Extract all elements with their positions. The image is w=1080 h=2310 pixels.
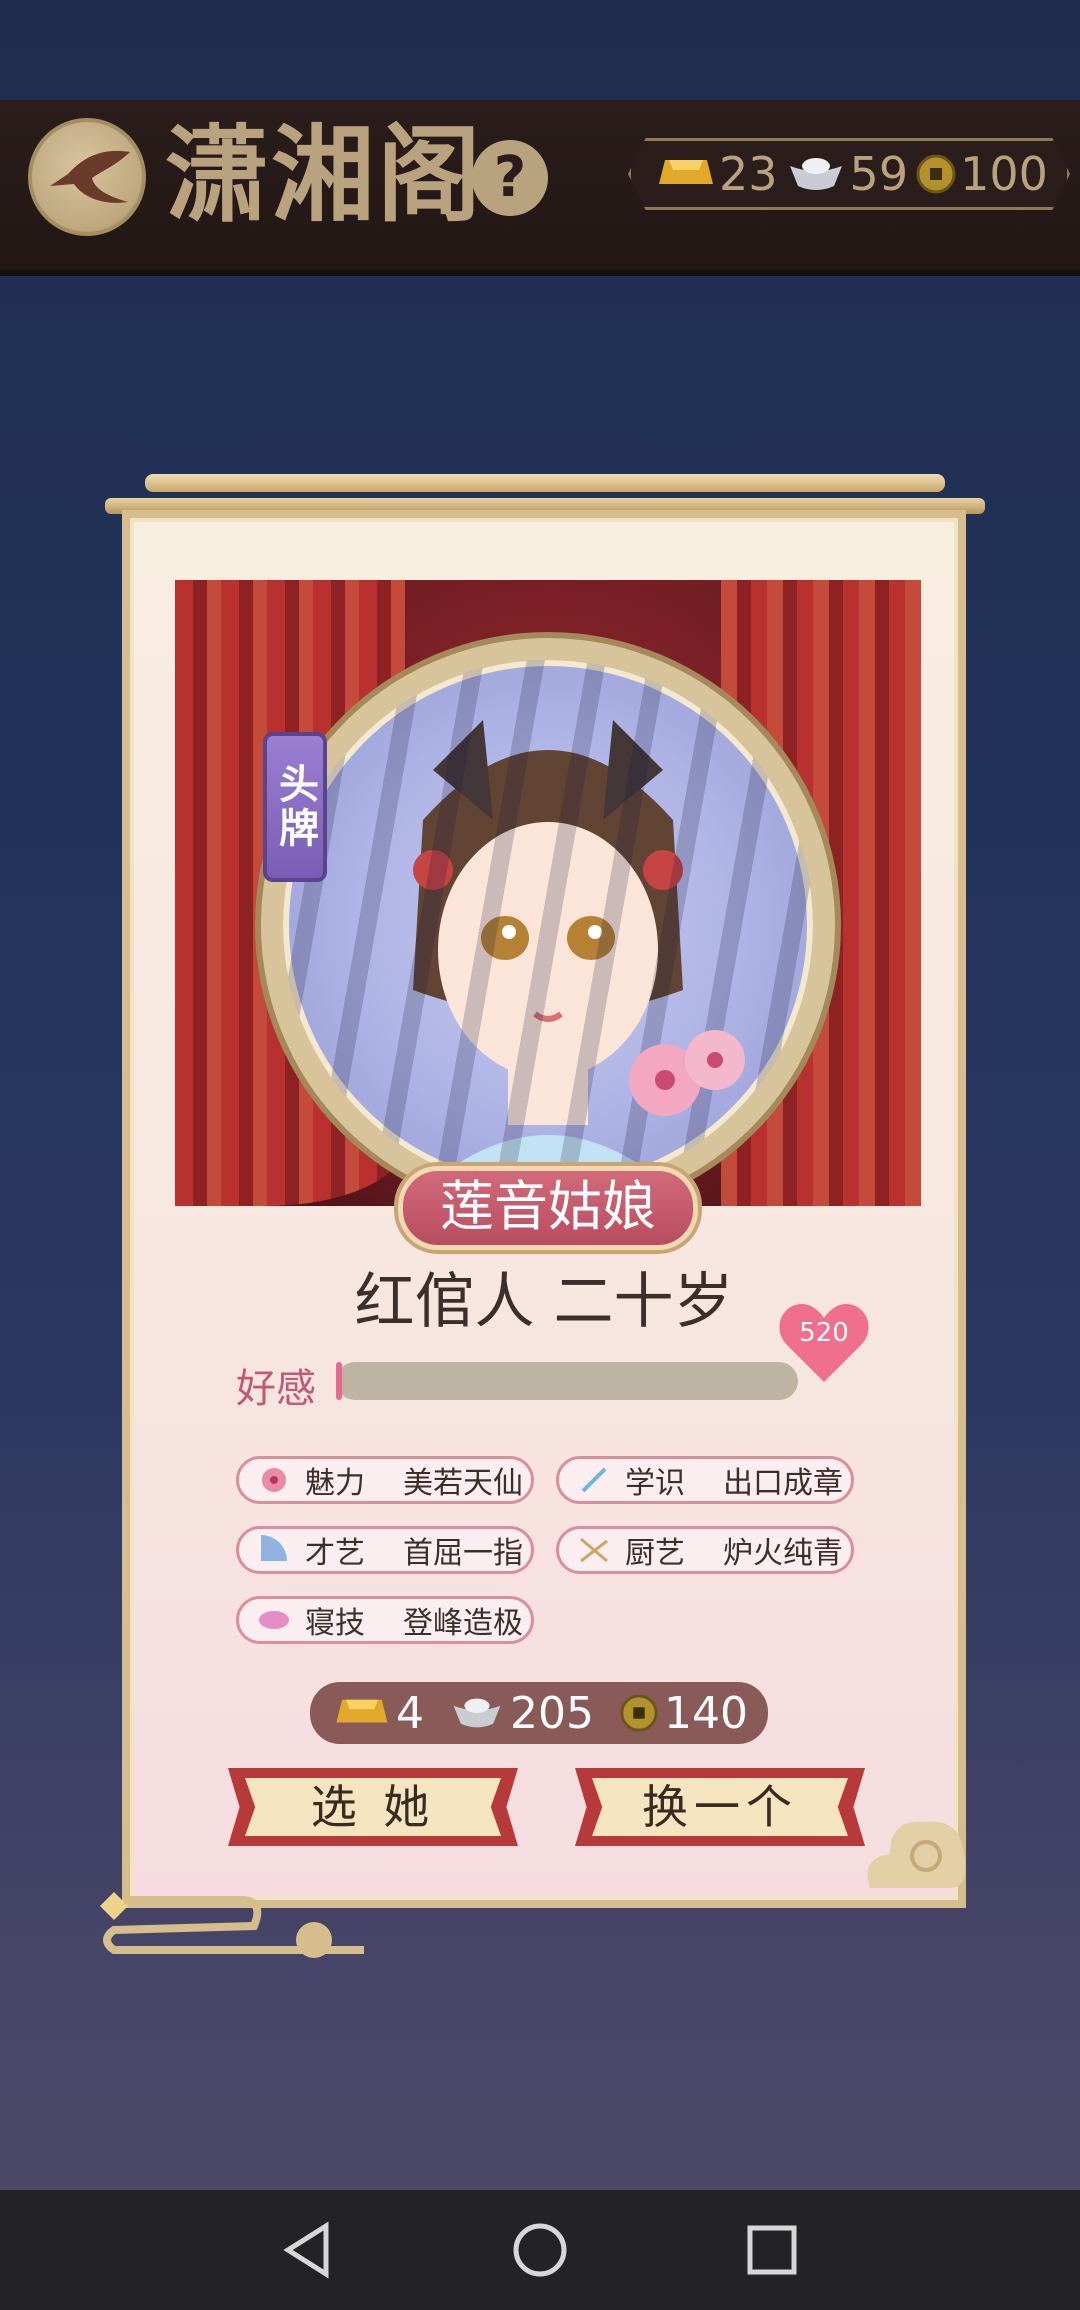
home-circle-icon[interactable] [508, 2218, 572, 2282]
chopsticks-icon [580, 1537, 608, 1563]
copper-coin-icon [916, 154, 956, 194]
change-label: 换一个 [592, 1778, 848, 1836]
pillow-icon [259, 1611, 289, 1629]
silver-count: 59 [849, 147, 909, 201]
page-title: 潇湘阁 [165, 113, 484, 236]
currency-silver: 59 [786, 147, 909, 201]
currency-bar: 23 59 100 [628, 138, 1070, 210]
trait-talent: 才艺 首屈一指 [236, 1526, 534, 1574]
back-triangle-icon[interactable] [276, 2218, 340, 2282]
scroll-rod-top [145, 474, 945, 492]
price-gold-value: 4 [396, 1687, 424, 1739]
affection-bar [336, 1362, 798, 1400]
price-gold: 4 [332, 1688, 424, 1739]
gold-bar-icon [659, 160, 713, 184]
trait-value: 美若天仙 [403, 1466, 523, 1501]
silver-ingot-icon [453, 1698, 501, 1728]
top-courtesan-badge: 头牌 [263, 732, 327, 882]
silver-ingot-icon [789, 158, 842, 190]
price-coin: 140 [620, 1688, 748, 1739]
trait-value: 登峰造极 [403, 1606, 523, 1641]
gold-bar-icon [336, 1699, 388, 1723]
currency-gold: 23 [655, 147, 778, 201]
currency-coin: 100 [916, 147, 1048, 201]
name-plate: 莲音姑娘 [398, 1166, 698, 1250]
trait-name: 寝技 [305, 1606, 365, 1641]
copper-coin-icon [620, 1694, 658, 1732]
trait-knowledge: 学识 出口成章 [556, 1456, 854, 1504]
trait-name: 学识 [625, 1466, 685, 1501]
price-silver-value: 205 [510, 1687, 594, 1739]
trait-value: 首屈一指 [403, 1536, 523, 1571]
header-bar: 潇湘阁 ? 23 59 100 [0, 100, 1080, 270]
system-nav-bar [0, 2190, 1080, 2310]
trait-value: 出口成章 [723, 1466, 843, 1501]
affection-value: 520 [799, 1318, 849, 1348]
back-button[interactable] [28, 118, 146, 236]
trait-name: 才艺 [305, 1536, 365, 1571]
cloud-ornament-icon [100, 1892, 364, 1958]
affection-bar-fill [336, 1362, 342, 1400]
price-silver: 205 [450, 1688, 594, 1739]
cloud-ornament-icon [867, 1821, 966, 1888]
price-coin-value: 140 [663, 1687, 748, 1739]
plum-blossom-icon [629, 1030, 745, 1116]
back-arrow-icon [50, 150, 130, 203]
affection-label: 好感 [236, 1366, 316, 1412]
price-bar: 4 205 140 [310, 1682, 768, 1744]
trait-name: 厨艺 [625, 1536, 685, 1571]
brush-icon [581, 1467, 607, 1493]
coin-count: 100 [960, 147, 1048, 201]
trait-name: 魅力 [305, 1466, 365, 1501]
fan-icon [261, 1535, 287, 1561]
recents-square-icon[interactable] [740, 2218, 804, 2282]
help-button[interactable]: ? [472, 140, 548, 216]
trait-bedroom: 寝技 登峰造极 [236, 1596, 534, 1644]
select-her-button[interactable]: 选 她 [228, 1768, 518, 1846]
trait-charm: 魅力 美若天仙 [236, 1456, 534, 1504]
gold-count: 23 [719, 147, 778, 201]
courtesan-card: 头牌 莲音姑娘 红倌人 二十岁 好感 520 魅力 美若天仙 学识 出口成章 才… [122, 510, 966, 1908]
portrait-image: 头牌 [175, 580, 921, 1206]
change-button[interactable]: 换一个 [575, 1768, 865, 1846]
select-her-label: 选 她 [245, 1778, 501, 1836]
trait-cooking: 厨艺 炉火纯青 [556, 1526, 854, 1574]
flower-icon [262, 1468, 286, 1492]
trait-value: 炉火纯青 [723, 1536, 843, 1571]
